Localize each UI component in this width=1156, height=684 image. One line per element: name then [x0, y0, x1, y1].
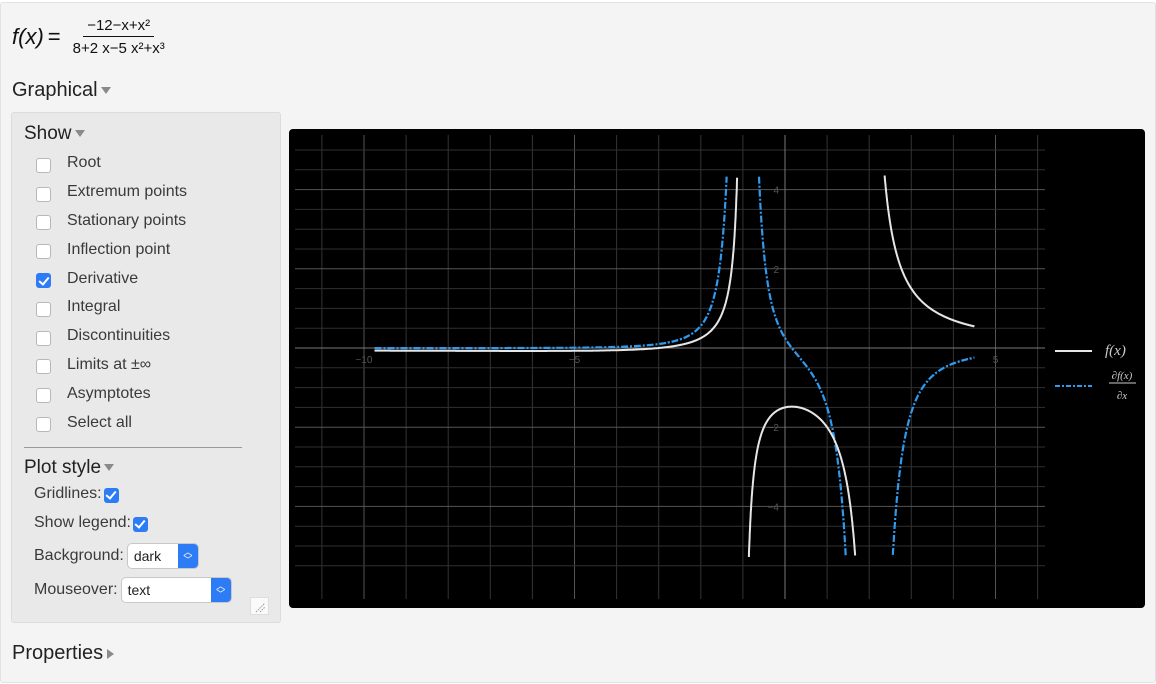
show-option-integral[interactable]: Integral — [36, 293, 187, 322]
mouseover-row: Mouseover: text ︿ ﹀ — [34, 577, 232, 603]
background-select[interactable]: dark ︿ ﹀ — [126, 543, 199, 569]
derivative-curve — [374, 176, 728, 350]
checkbox-label: Select all — [67, 413, 132, 431]
mouseover-label: Mouseover: — [34, 581, 118, 598]
checkbox-label: Inflection point — [67, 240, 171, 258]
background-label: Background: — [34, 547, 124, 564]
show-label: Show — [24, 123, 72, 144]
checkbox[interactable] — [36, 215, 51, 231]
show-legend-label: Show legend: — [34, 514, 131, 531]
checkbox[interactable] — [36, 301, 51, 317]
chevron-right-icon — [107, 648, 115, 659]
checkbox[interactable] — [36, 330, 51, 346]
function-formula: f(x) = −12−x+x² 8+2 x−5 x²+x³ — [12, 12, 169, 62]
function-plot[interactable]: −10 −5 5 4 2 −2 −4 f(x) ∂f(x) ∂x — [289, 129, 1145, 608]
stepper-arrows-icon: ︿ ﹀ — [210, 578, 231, 602]
formula-lhs: f(x) = — [12, 24, 61, 49]
background-select-value: dark — [133, 548, 162, 564]
checkbox-label: Stationary points — [67, 211, 187, 229]
show-option-limits-at[interactable]: Limits at ±∞ — [36, 351, 187, 380]
chevron-down-icon — [100, 87, 111, 95]
checkbox-label: Integral — [67, 298, 121, 316]
derivative-curve — [757, 176, 847, 556]
formula-numerator: −12−x+x² — [83, 17, 155, 37]
checkbox-label: Limits at ±∞ — [67, 355, 152, 373]
x-tick-label: −10 — [356, 355, 373, 366]
checkbox[interactable] — [36, 157, 51, 173]
f-curve — [747, 405, 857, 558]
properties-section-toggle[interactable]: Properties — [12, 642, 115, 665]
legend-f-label: f(x) — [1105, 343, 1126, 359]
checkbox[interactable] — [36, 273, 51, 289]
resize-handle[interactable] — [250, 597, 269, 615]
chevron-down-icon — [104, 464, 115, 472]
graphical-label: Graphical — [12, 79, 98, 101]
mouseover-select[interactable]: text ︿ ﹀ — [120, 577, 232, 603]
divider — [24, 447, 242, 448]
show-option-stationary-points[interactable]: Stationary points — [36, 207, 187, 236]
show-legend-row: Show legend: — [34, 514, 148, 532]
checkbox-label: Derivative — [67, 269, 139, 287]
f-curve — [883, 175, 975, 328]
y-tick-label: 4 — [773, 186, 779, 197]
show-option-discontinuities[interactable]: Discontinuities — [36, 322, 187, 351]
plot-style-label: Plot style — [24, 457, 102, 478]
show-option-derivative[interactable]: Derivative — [36, 264, 187, 293]
formula-denominator: 8+2 x−5 x²+x³ — [72, 40, 165, 57]
options-panel: Show Root Extremum points Stationary point… — [11, 112, 281, 623]
checkbox[interactable] — [36, 417, 51, 433]
stepper-arrows-icon: ︿ ﹀ — [177, 544, 198, 568]
mouseover-select-value: text — [127, 582, 151, 598]
formula-fraction: −12−x+x² 8+2 x−5 x²+x³ — [69, 17, 169, 57]
chevron-down-icon — [74, 130, 85, 138]
f-curve — [374, 177, 739, 352]
show-option-root[interactable]: Root — [36, 149, 187, 178]
checkbox-label: Discontinuities — [67, 327, 171, 345]
gridlines-label: Gridlines: — [34, 485, 102, 502]
checkbox-label: Extremum points — [67, 183, 188, 201]
resize-grip-icon — [255, 602, 266, 613]
show-options-list: Root Extremum points Stationary points Infl… — [36, 149, 187, 437]
show-option-asymptotes[interactable]: Asymptotes — [36, 379, 187, 408]
checkbox-label: Root — [67, 154, 101, 172]
graphical-section-toggle[interactable]: Graphical — [12, 79, 111, 102]
checkbox[interactable] — [36, 388, 51, 404]
checkbox-label: Asymptotes — [67, 384, 151, 402]
gridlines-row: Gridlines: — [34, 485, 119, 503]
gridlines-checkbox[interactable] — [103, 487, 119, 503]
checkbox[interactable] — [36, 359, 51, 375]
show-legend-checkbox[interactable] — [132, 516, 148, 532]
checkbox[interactable] — [36, 186, 51, 202]
plot-svg: −10 −5 5 4 2 −2 −4 f(x) ∂f(x) ∂x — [295, 135, 1136, 599]
y-tick-label: −4 — [768, 502, 780, 513]
show-option-inflection-point[interactable]: Inflection point — [36, 235, 187, 264]
show-option-extremum-points[interactable]: Extremum points — [36, 178, 187, 207]
background-row: Background: dark ︿ ﹀ — [34, 543, 199, 569]
x-tick-label: 5 — [993, 355, 999, 366]
show-section-toggle[interactable]: Show — [24, 123, 85, 145]
properties-label: Properties — [12, 642, 104, 664]
y-tick-label: −2 — [768, 423, 780, 434]
show-option-select-all[interactable]: Select all — [36, 408, 187, 437]
plot-style-section-toggle[interactable]: Plot style — [24, 457, 115, 479]
legend-df-denominator: ∂x — [1117, 390, 1127, 402]
y-tick-label: 2 — [773, 265, 779, 276]
legend-df-numerator: ∂f(x) — [1112, 370, 1133, 382]
x-tick-label: −5 — [569, 355, 581, 366]
checkbox[interactable] — [36, 244, 51, 260]
